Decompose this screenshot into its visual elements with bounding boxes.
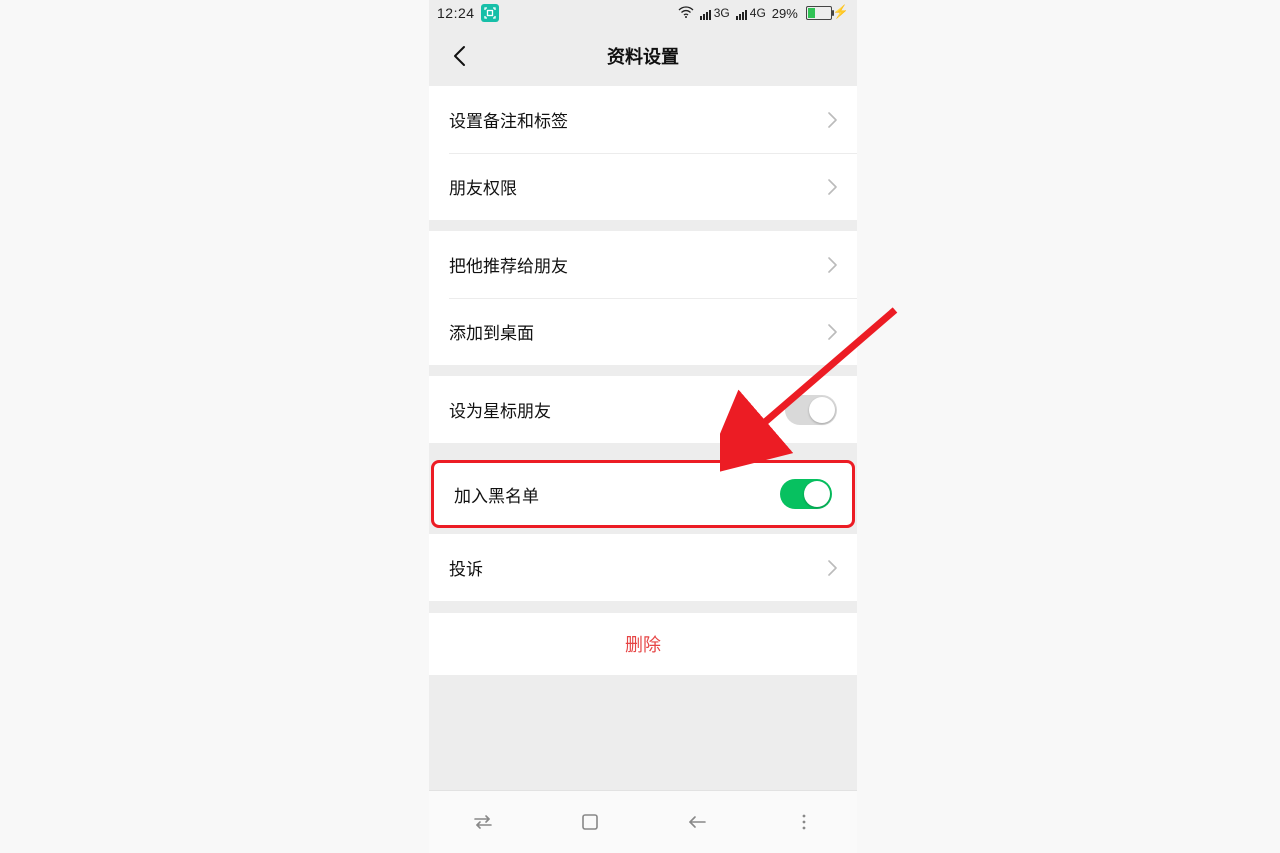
toggle-blacklist[interactable] [780,479,832,509]
delete-label: 删除 [625,631,661,657]
chevron-right-icon [828,112,837,128]
row-label: 设为星标朋友 [449,397,785,422]
nav-home-button[interactable] [560,802,620,842]
row-label: 加入黑名单 [454,482,780,507]
nav-recent-button[interactable] [453,802,513,842]
nav-menu-button[interactable] [774,802,834,842]
battery-percent: 29% [772,6,798,21]
swap-arrows-icon [471,813,495,831]
row-label: 朋友权限 [449,174,828,199]
signal-3g-icon: 3G [700,6,730,20]
row-complaint[interactable]: 投诉 [429,534,857,601]
dots-vertical-icon [801,813,807,831]
chevron-right-icon [828,560,837,576]
settings-group-2: 把他推荐给朋友 添加到桌面 [429,231,857,365]
row-remark-tag[interactable]: 设置备注和标签 [429,86,857,153]
row-label: 添加到桌面 [449,319,828,344]
nav-back-button[interactable] [667,802,727,842]
square-icon [580,812,600,832]
arrow-left-icon [686,813,708,831]
row-blacklist[interactable]: 加入黑名单 [434,463,852,525]
signal-4g-icon: 4G [736,6,766,20]
row-label: 设置备注和标签 [449,107,828,132]
back-button[interactable] [439,26,479,86]
settings-group-3: 设为星标朋友 [429,376,857,443]
phone-frame: 12:24 3G 4G 29% ⚡ [429,0,857,853]
row-label: 把他推荐给朋友 [449,252,828,277]
row-star-friend[interactable]: 设为星标朋友 [429,376,857,443]
chevron-left-icon [452,45,466,67]
chevron-right-icon [828,257,837,273]
row-label: 投诉 [449,555,828,580]
scan-icon [481,4,499,22]
toggle-star-friend[interactable] [785,395,837,425]
wifi-icon [678,6,694,21]
header-bar: 资料设置 [429,26,857,86]
chevron-right-icon [828,324,837,340]
page-title: 资料设置 [429,43,857,69]
charging-bolt-icon: ⚡ [833,4,849,20]
delete-button[interactable]: 删除 [429,613,857,675]
system-nav-bar [429,790,857,853]
settings-group-4: 投诉 [429,534,857,601]
row-recommend[interactable]: 把他推荐给朋友 [429,231,857,298]
battery-icon: ⚡ [804,5,849,21]
row-friend-perm[interactable]: 朋友权限 [429,153,857,220]
settings-group-1: 设置备注和标签 朋友权限 [429,86,857,220]
chevron-right-icon [828,179,837,195]
row-add-desktop[interactable]: 添加到桌面 [429,298,857,365]
status-bar: 12:24 3G 4G 29% ⚡ [429,0,857,26]
status-time: 12:24 [433,5,475,21]
highlight-box: 加入黑名单 [431,460,855,528]
